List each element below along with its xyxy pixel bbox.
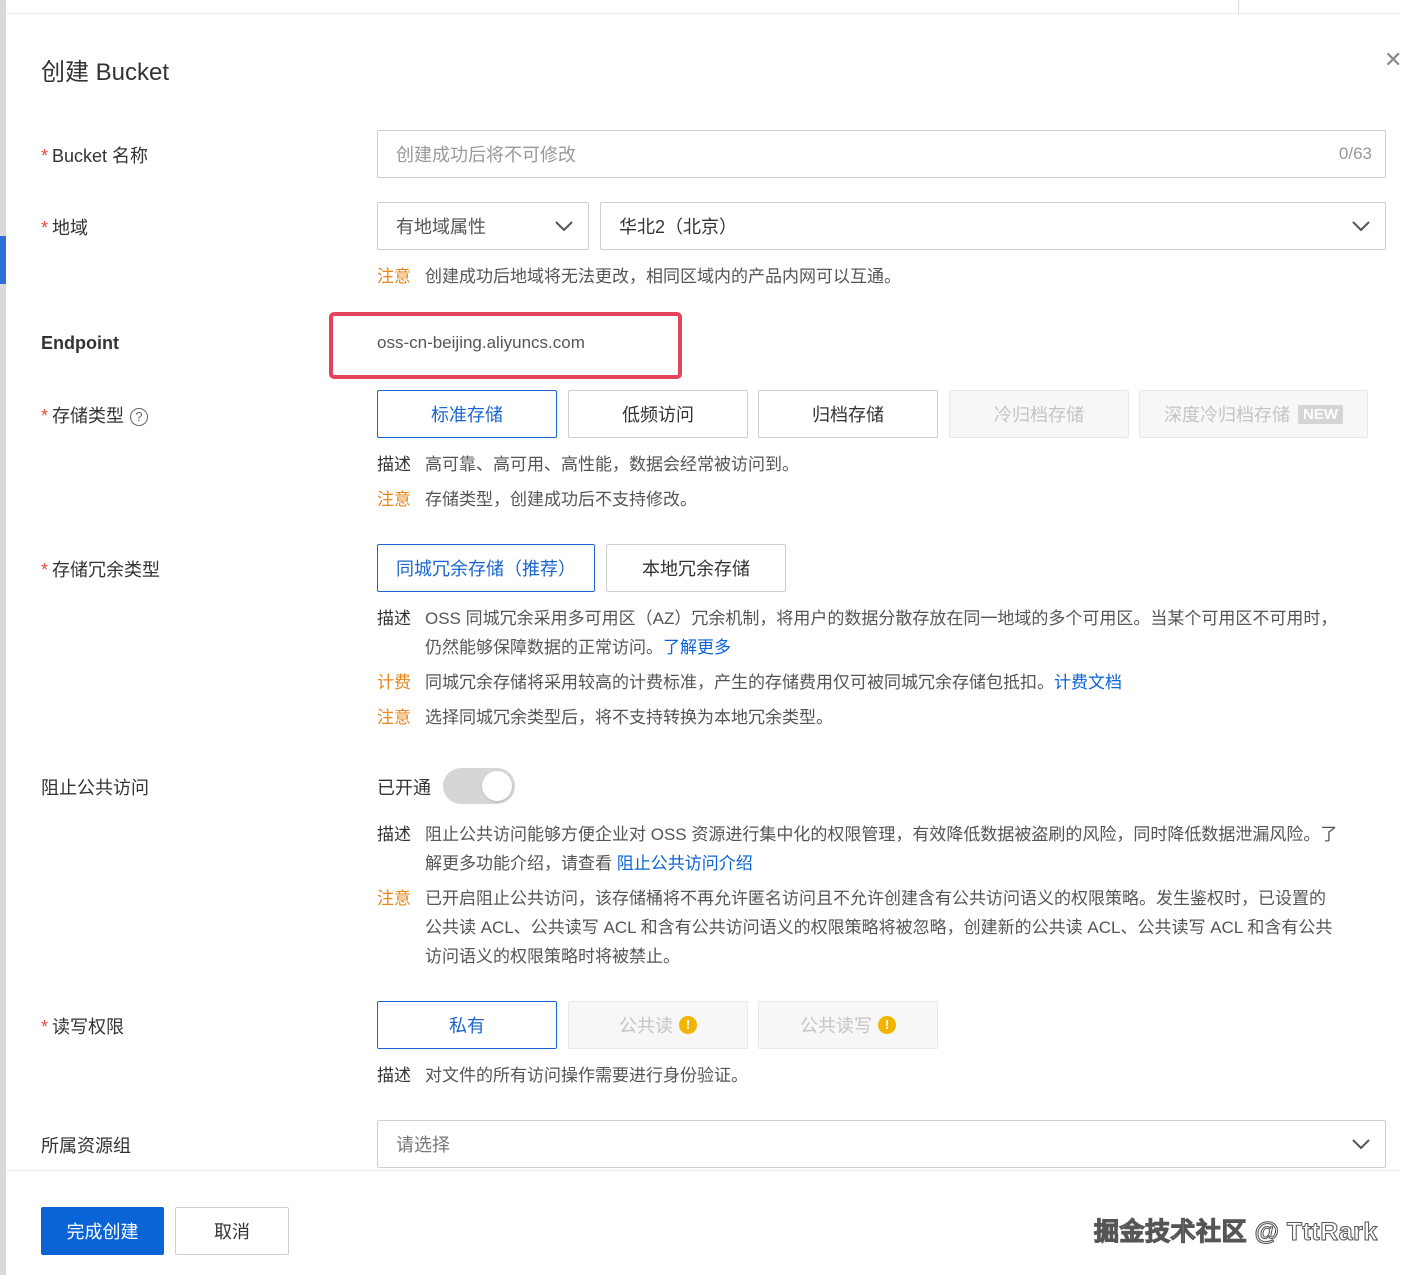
footer-divider: [6, 1170, 1401, 1171]
acl-desc: 描述 对文件的所有访问操作需要进行身份验证。: [377, 1061, 748, 1090]
note-tag: 注意: [377, 490, 411, 509]
redundancy-option-lrs[interactable]: 本地冗余存储: [606, 544, 786, 592]
block-public-intro-link[interactable]: 阻止公共访问介绍: [617, 854, 753, 873]
desc-tag: 描述: [377, 825, 411, 844]
dialog-title: 创建 Bucket: [41, 59, 170, 86]
region-value: 华北2（北京）: [619, 217, 738, 237]
storage-option-standard[interactable]: 标准存储: [377, 390, 557, 438]
resource-group-select[interactable]: 请选择: [377, 1120, 1386, 1168]
storage-option-deep-cold-archive: 深度冷归档存储 NEW: [1139, 390, 1368, 438]
top-divider: [1238, 0, 1239, 14]
region-label: * 地域: [41, 214, 88, 240]
acl-label-text: 读写权限: [52, 1017, 125, 1037]
block-public-note-line1: 已开启阻止公共访问，该存储桶将不再允许匿名访问且不允许创建含有公共访问语义的权限…: [425, 889, 1326, 908]
deep-cold-archive-label: 深度冷归档存储: [1164, 405, 1290, 425]
redundancy-billing: 计费 同城冗余存储将采用较高的计费标准，产生的存储费用仅可被同城冗余存储包抵扣。计…: [377, 668, 1122, 697]
background-nav-highlight: [0, 236, 6, 284]
redundancy-label-text: 存储冗余类型: [52, 560, 161, 580]
redundancy-note-text: 选择同城冗余类型后，将不支持转换为本地冗余类型。: [425, 708, 833, 727]
region-attribute-value: 有地域属性: [396, 217, 486, 237]
cancel-button[interactable]: 取消: [175, 1207, 289, 1255]
desc-tag: 描述: [377, 1066, 411, 1085]
block-public-desc-line2-wrap: 解更多功能介绍，请查看 阻止公共访问介绍: [377, 849, 1387, 878]
chevron-down-icon: [1351, 1138, 1371, 1150]
acl-option-public-read-write: 公共读写!: [758, 1001, 938, 1049]
bucket-name-input[interactable]: 创建成功后将不可修改 0/63: [377, 130, 1386, 178]
storage-option-archive[interactable]: 归档存储: [758, 390, 938, 438]
desc-tag: 描述: [377, 609, 411, 628]
public-read-write-label: 公共读写: [800, 1016, 872, 1036]
block-public-desc: 描述 阻止公共访问能够方便企业对 OSS 资源进行集中化的权限管理，有效降低数据被…: [377, 820, 1387, 878]
redundancy-billing-text: 同城冗余存储将采用较高的计费标准，产生的存储费用仅可被同城冗余存储包抵扣。: [425, 673, 1054, 692]
redundancy-label: * 存储冗余类型: [41, 556, 160, 582]
submit-button[interactable]: 完成创建: [41, 1207, 164, 1255]
block-public-note-line2: 公共读 ACL、公共读写 ACL 和含有公共访问语义的权限策略将被忽略，创建新的…: [425, 918, 1333, 937]
redundancy-desc-line2: 仍然能够保障数据的正常访问。: [425, 638, 663, 657]
block-public-note-line3: 访问语义的权限策略时将被禁止。: [425, 947, 680, 966]
block-public-note: 注意 已开启阻止公共访问，该存储桶将不再允许匿名访问且不允许创建含有公共访问语义的…: [377, 884, 1387, 971]
resource-group-placeholder: 请选择: [396, 1135, 450, 1155]
storage-option-ia[interactable]: 低频访问: [568, 390, 748, 438]
redundancy-desc-line1: OSS 同城冗余采用多可用区（AZ）冗余机制，将用户的数据分散存放在同一地域的多…: [425, 609, 1338, 628]
storage-note-text: 存储类型，创建成功后不支持修改。: [425, 490, 697, 509]
chevron-down-icon: [554, 220, 574, 232]
new-badge: NEW: [1298, 404, 1343, 424]
endpoint-highlight-box: [329, 312, 682, 379]
required-mark: *: [41, 1017, 49, 1037]
block-public-desc-line2: 解更多功能介绍，请查看: [425, 854, 612, 873]
acl-desc-text: 对文件的所有访问操作需要进行身份验证。: [425, 1066, 748, 1085]
block-public-label: 阻止公共访问: [41, 778, 149, 798]
close-icon[interactable]: ✕: [1384, 46, 1401, 74]
redundancy-desc: 描述 OSS 同城冗余采用多可用区（AZ）冗余机制，将用户的数据分散存放在同一地域…: [377, 604, 1387, 662]
desc-tag: 描述: [377, 455, 411, 474]
block-public-desc-line1: 阻止公共访问能够方便企业对 OSS 资源进行集中化的权限管理，有效降低数据被盗刷…: [425, 825, 1338, 844]
note-tag: 注意: [377, 889, 411, 908]
learn-more-link[interactable]: 了解更多: [663, 638, 731, 657]
redundancy-option-zrs[interactable]: 同城冗余存储（推荐）: [377, 544, 595, 592]
required-mark: *: [41, 406, 49, 426]
storage-note: 注意 存储类型，创建成功后不支持修改。: [377, 485, 697, 514]
billing-doc-link[interactable]: 计费文档: [1054, 673, 1122, 692]
region-note-text: 创建成功后地域将无法更改，相同区域内的产品内网可以互通。: [425, 267, 901, 286]
warning-icon: !: [679, 1016, 697, 1034]
background-top-bar: [6, 0, 1401, 14]
bucket-name-label-text: Bucket 名称: [52, 146, 149, 166]
note-tag: 注意: [377, 267, 411, 286]
storage-desc-text: 高可靠、高可用、高性能，数据会经常被访问到。: [425, 455, 799, 474]
note-tag: 注意: [377, 708, 411, 727]
background-page-edge: [0, 0, 6, 1275]
block-public-toggle-label: 已开通: [377, 778, 431, 798]
watermark: 掘金技术社区 @ TttRark: [1094, 1218, 1378, 1247]
block-public-toggle[interactable]: [443, 768, 515, 804]
required-mark: *: [41, 146, 49, 166]
required-mark: *: [41, 560, 49, 580]
warning-icon: !: [878, 1016, 896, 1034]
region-attribute-select[interactable]: 有地域属性: [377, 202, 589, 250]
help-icon[interactable]: ?: [130, 408, 149, 426]
storage-desc: 描述 高可靠、高可用、高性能，数据会经常被访问到。: [377, 450, 799, 479]
required-mark: *: [41, 218, 49, 238]
bucket-name-counter: 0/63: [1338, 144, 1372, 163]
storage-option-cold-archive: 冷归档存储: [949, 390, 1129, 438]
bucket-name-label: * Bucket 名称: [41, 142, 148, 168]
endpoint-label: Endpoint: [41, 333, 119, 353]
acl-option-private[interactable]: 私有: [377, 1001, 557, 1049]
redundancy-desc-line2-wrap: 仍然能够保障数据的正常访问。了解更多: [377, 633, 1387, 662]
billing-tag: 计费: [377, 673, 411, 692]
region-select[interactable]: 华北2（北京）: [600, 202, 1386, 250]
toggle-knob: [482, 771, 512, 801]
redundancy-note: 注意 选择同城冗余类型后，将不支持转换为本地冗余类型。: [377, 703, 833, 732]
storage-class-label: * 存储类型?: [41, 402, 149, 428]
region-label-text: 地域: [52, 218, 89, 238]
region-note: 注意 创建成功后地域将无法更改，相同区域内的产品内网可以互通。: [377, 262, 901, 291]
storage-class-label-text: 存储类型: [52, 406, 125, 426]
acl-label: * 读写权限: [41, 1013, 124, 1039]
bucket-name-placeholder: 创建成功后将不可修改: [396, 145, 576, 165]
public-read-label: 公共读: [619, 1016, 673, 1036]
chevron-down-icon: [1351, 220, 1371, 232]
acl-option-public-read: 公共读!: [568, 1001, 748, 1049]
resource-group-label: 所属资源组: [41, 1136, 131, 1156]
